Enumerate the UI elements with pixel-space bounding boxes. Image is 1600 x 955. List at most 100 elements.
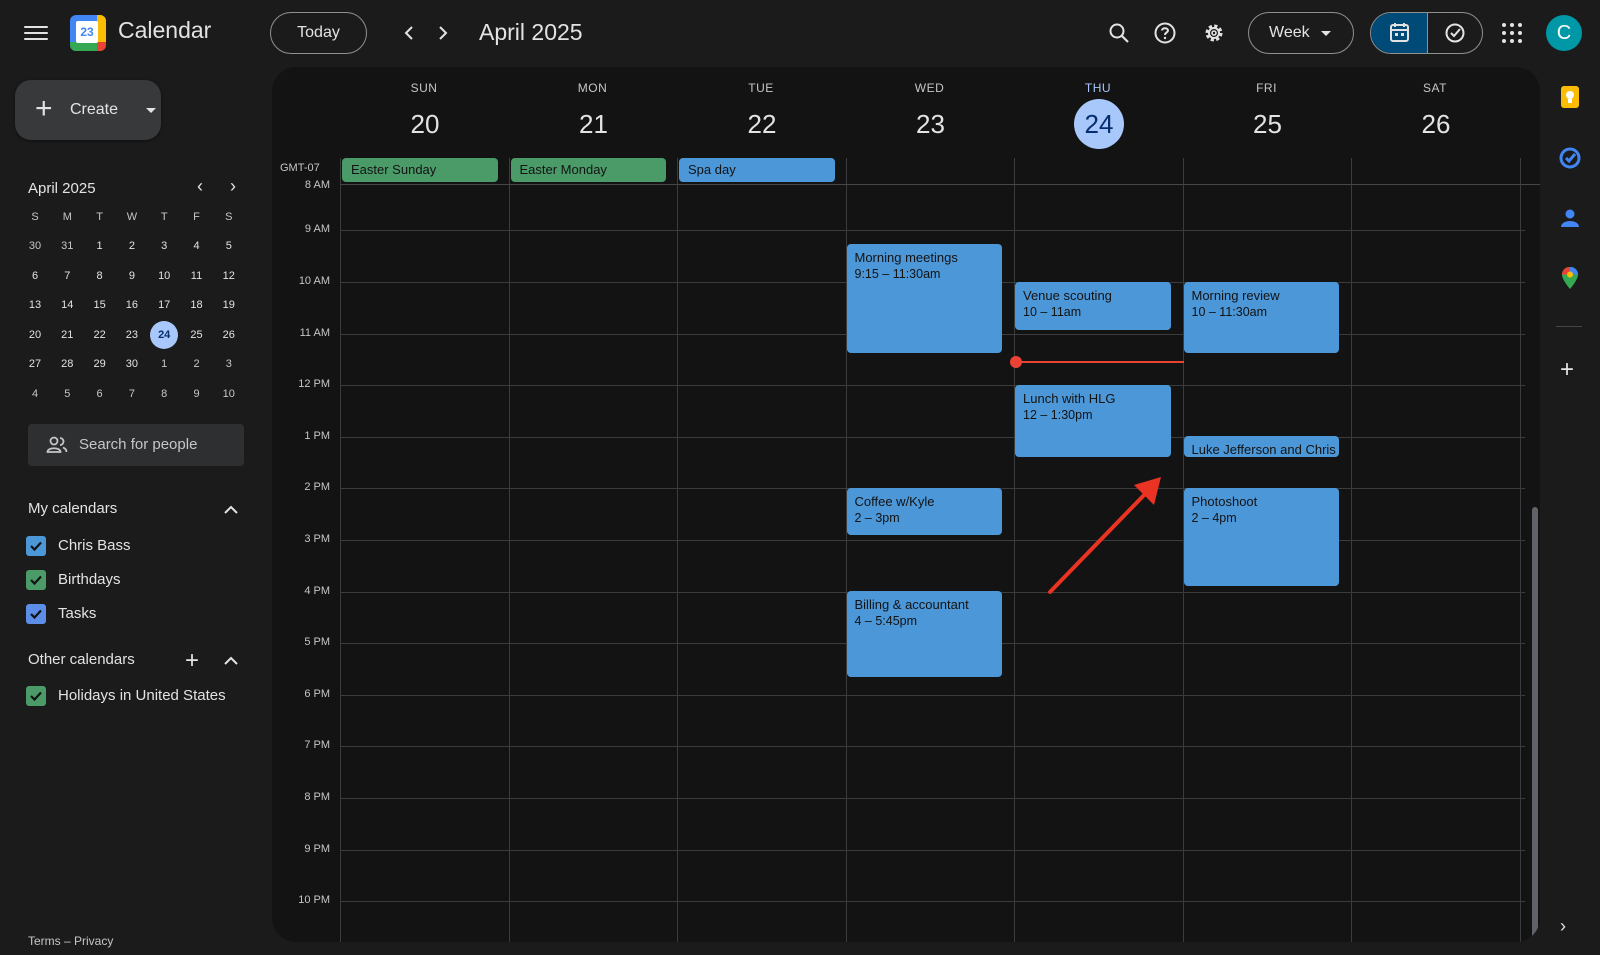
mini-day[interactable]: 9 (183, 380, 211, 408)
mini-day[interactable]: 7 (118, 380, 146, 408)
next-week-button[interactable] (430, 20, 456, 46)
mini-day[interactable]: 14 (53, 291, 81, 319)
search-people-placeholder: Search for people (79, 436, 198, 453)
mini-day[interactable]: 9 (118, 262, 146, 290)
mini-calendar-title: April 2025 (28, 180, 96, 197)
mini-day[interactable]: 12 (215, 262, 243, 290)
mini-day[interactable]: 11 (183, 262, 211, 290)
mini-day[interactable]: 6 (21, 262, 49, 290)
mini-day[interactable]: 17 (150, 291, 178, 319)
mini-day[interactable]: 29 (86, 350, 114, 378)
mini-weekday-label: M (62, 211, 72, 223)
mini-day[interactable]: 20 (21, 321, 49, 349)
chevron-up-icon[interactable] (221, 500, 241, 520)
mini-weekday-label: T (96, 211, 103, 223)
gear-icon (1205, 24, 1223, 42)
mini-day[interactable]: 16 (118, 291, 146, 319)
mini-day[interactable]: 5 (53, 380, 81, 408)
mini-day[interactable]: 7 (53, 262, 81, 290)
search-people-field[interactable]: Search for people (28, 424, 244, 466)
mini-day[interactable]: 26 (215, 321, 243, 349)
chevron-up-icon[interactable] (221, 651, 241, 671)
logo-day: 23 (76, 21, 98, 43)
checkbox-checked-icon[interactable] (26, 686, 46, 706)
mini-day[interactable]: 10 (150, 262, 178, 290)
mini-day[interactable]: 1 (150, 350, 178, 378)
add-calendar-icon[interactable]: + (185, 649, 199, 673)
maps-icon[interactable] (1557, 265, 1583, 291)
chevron-right-icon (439, 26, 448, 40)
today-button[interactable]: Today (270, 12, 367, 54)
mini-weekday-label: W (126, 211, 138, 223)
mini-day[interactable]: 3 (150, 232, 178, 260)
google-apps-icon[interactable] (1502, 23, 1522, 43)
search-button[interactable] (1104, 18, 1134, 48)
mini-day[interactable]: 6 (86, 380, 114, 408)
support-button[interactable] (1150, 18, 1180, 48)
mini-day[interactable]: 15 (86, 291, 114, 319)
account-avatar[interactable]: C (1546, 15, 1582, 51)
checkbox-checked-icon[interactable] (26, 604, 46, 624)
keep-icon[interactable] (1557, 84, 1583, 110)
calendar-item-label: Holidays in United States (58, 687, 226, 704)
mini-day[interactable]: 31 (53, 232, 81, 260)
checkbox-checked-icon[interactable] (26, 570, 46, 590)
mini-weekday-label: T (160, 211, 168, 223)
my-calendars-title[interactable]: My calendars (28, 500, 117, 517)
get-add-ons-icon[interactable]: + (1560, 358, 1574, 382)
mini-day[interactable]: 28 (53, 350, 81, 378)
mini-weekday-label: S (31, 211, 39, 223)
mini-day[interactable]: 19 (215, 291, 243, 319)
mini-day[interactable]: 8 (150, 380, 178, 408)
calendar-icon (1390, 23, 1409, 42)
calendar-view-toggle[interactable] (1371, 13, 1427, 53)
check-circle-icon (1445, 23, 1465, 43)
mini-day[interactable]: 13 (21, 291, 49, 319)
create-button[interactable]: + Create (15, 80, 161, 140)
app-title: Calendar (118, 17, 212, 43)
mini-day[interactable]: 3 (215, 350, 243, 378)
week-view: SUN 20 MON 21 TUE 22 WED 23 THU 24 FRI 25 SAT 26 GMT-… (272, 67, 1540, 942)
previous-week-button[interactable] (396, 20, 422, 46)
mini-day[interactable]: 21 (53, 321, 81, 349)
contacts-icon[interactable] (1557, 205, 1583, 231)
mini-day[interactable]: 1 (86, 232, 114, 260)
current-month-title: April 2025 (479, 19, 583, 45)
tasks-icon[interactable] (1557, 145, 1583, 171)
calendar-item-label: Chris Bass (58, 537, 131, 554)
mini-day[interactable]: 30 (118, 350, 146, 378)
search-icon (1109, 23, 1129, 43)
caret-down-icon (1321, 31, 1331, 36)
mini-day[interactable]: 8 (86, 262, 114, 290)
mini-day[interactable]: 18 (183, 291, 211, 319)
caret-down-icon (146, 108, 156, 113)
plus-icon: + (35, 92, 53, 125)
other-calendars-title[interactable]: Other calendars (28, 651, 135, 668)
calendar-tasks-toggle (1370, 12, 1483, 54)
calendar-item-label: Tasks (58, 605, 97, 622)
mini-day[interactable]: 30 (21, 232, 49, 260)
mini-day[interactable]: 27 (21, 350, 49, 378)
mini-day[interactable]: 22 (86, 321, 114, 349)
mini-day-today[interactable]: 24 (150, 320, 179, 349)
calendar-item-label: Birthdays (58, 571, 121, 588)
mini-day[interactable]: 2 (183, 350, 211, 378)
main-menu-icon[interactable] (24, 22, 48, 42)
mini-day[interactable]: 4 (183, 232, 211, 260)
terms-privacy-links[interactable]: Terms – Privacy (28, 934, 113, 948)
mini-next-month-button[interactable]: › (222, 176, 244, 197)
mini-day[interactable]: 23 (118, 321, 146, 349)
mini-day[interactable]: 4 (21, 380, 49, 408)
mini-day[interactable]: 5 (215, 232, 243, 260)
people-icon (46, 436, 68, 453)
mini-day[interactable]: 10 (215, 380, 243, 408)
tasks-view-toggle[interactable] (1427, 13, 1482, 53)
settings-button[interactable] (1199, 18, 1229, 48)
mini-day[interactable]: 2 (118, 232, 146, 260)
view-switcher-button[interactable]: Week (1248, 12, 1354, 54)
checkbox-checked-icon[interactable] (26, 536, 46, 556)
expand-side-panel-icon[interactable]: › (1560, 916, 1566, 937)
calendar-logo-icon: 23 (70, 15, 106, 51)
mini-day[interactable]: 25 (183, 321, 211, 349)
mini-prev-month-button[interactable]: ‹ (189, 176, 211, 197)
